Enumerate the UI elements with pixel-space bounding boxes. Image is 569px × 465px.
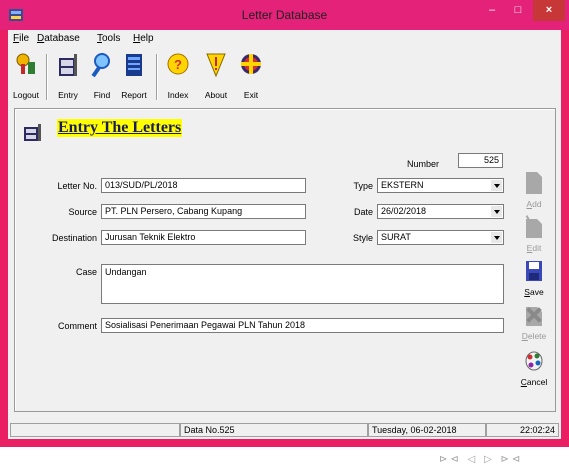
find-magnifier-icon (91, 53, 110, 78)
menu-help[interactable]: Help (133, 33, 154, 44)
entry-form-panel: Entry The Letters Number 525 Letter No. … (14, 108, 556, 465)
minimize-button[interactable]: – (479, 0, 505, 21)
menu-file[interactable]: File (13, 33, 29, 44)
exit-cross-icon (241, 54, 261, 74)
about-button[interactable]: About (198, 50, 234, 104)
find-button[interactable]: Find (84, 50, 120, 104)
about-label: About (204, 90, 228, 100)
type-select[interactable]: EKSTERN (377, 178, 504, 193)
source-field[interactable]: PT. PLN Persero, Cabang Kupang (101, 204, 306, 219)
menu-bar: File Database Tools Help (8, 30, 561, 48)
chevron-down-icon[interactable] (491, 180, 502, 191)
record-navigation: ⊳⊲ ◁ ▷ ⊳⊲ (439, 454, 523, 465)
cancel-button[interactable]: Cancel (519, 349, 549, 393)
form-title: Entry The Letters (57, 119, 183, 137)
add-document-icon (526, 172, 542, 194)
index-help-icon: ? (167, 53, 189, 75)
style-select-value: SURAT (381, 232, 411, 242)
letter-no-field[interactable]: 013/SUD/PL/2018 (101, 178, 306, 193)
save-label: Save (519, 287, 549, 297)
style-label: Style (352, 233, 373, 243)
menu-help-label: elp (140, 33, 154, 44)
logout-label: Logout (13, 90, 39, 100)
toolbar-separator (46, 54, 48, 100)
close-button[interactable]: × (533, 0, 565, 21)
date-label: Date (353, 207, 373, 217)
nav-last-button[interactable]: ⊳⊲ (501, 454, 524, 465)
style-select[interactable]: SURAT (377, 230, 504, 245)
date-picker[interactable]: 26/02/2018 (377, 204, 504, 219)
status-bar: Data No.525 Tuesday, 06-02-2018 22:02:24 (8, 420, 561, 439)
report-book-icon (126, 54, 142, 76)
status-cell-empty (10, 423, 180, 437)
edit-label-text: dit (532, 243, 542, 253)
logout-button[interactable]: Logout (8, 50, 44, 104)
type-label: Type (353, 181, 373, 191)
edit-label: Edit (519, 243, 549, 253)
report-button[interactable]: Report (116, 50, 152, 104)
case-textarea[interactable]: Undangan (101, 264, 504, 304)
delete-label-text: elete (527, 331, 547, 341)
case-label: Case (75, 267, 97, 277)
letter-no-label: Letter No. (57, 181, 97, 191)
nav-prev-button[interactable]: ◁ (468, 454, 479, 465)
number-label: Number (407, 159, 440, 169)
title-bar[interactable]: Letter Database – □ × (0, 0, 569, 30)
svg-text:?: ? (174, 57, 182, 72)
entry-cabinet-icon (24, 124, 41, 141)
app-window: Letter Database – □ × File Database Tool… (0, 0, 569, 465)
save-label-text: ave (529, 287, 544, 297)
toolbar: Logout Entry Find Report ? Index About E… (8, 48, 561, 106)
save-button[interactable]: Save (519, 259, 549, 303)
find-label: Find (93, 90, 111, 100)
number-field[interactable]: 525 (458, 153, 503, 168)
add-label: Add (519, 199, 549, 209)
nav-first-button[interactable]: ⊳⊲ (439, 454, 462, 465)
destination-label: Destination (51, 233, 97, 243)
type-select-value: EKSTERN (381, 180, 424, 190)
entry-cabinet-icon (59, 54, 77, 76)
nav-next-button[interactable]: ▷ (484, 454, 495, 465)
toolbar-separator (156, 54, 158, 100)
menu-tools[interactable]: Tools (97, 33, 120, 44)
status-time: 22:02:24 (486, 423, 559, 437)
cancel-palette-icon (525, 351, 543, 371)
maximize-button[interactable]: □ (505, 0, 531, 21)
delete-label: Delete (519, 331, 549, 341)
menu-tools-label: ools (102, 33, 121, 44)
comment-label: Comment (57, 321, 97, 331)
about-exclaim-icon (206, 53, 226, 78)
add-button[interactable]: Add (519, 171, 549, 215)
index-button[interactable]: ? Index (160, 50, 196, 104)
logout-keys-icon (16, 53, 35, 74)
status-data-number: Data No.525 (180, 423, 368, 437)
exit-label: Exit (243, 90, 259, 100)
date-picker-value: 26/02/2018 (381, 206, 427, 216)
add-label-text: dd (532, 199, 542, 209)
status-date: Tuesday, 06-02-2018 (368, 423, 486, 437)
menu-database[interactable]: Database (37, 33, 80, 44)
exit-button[interactable]: Exit (233, 50, 269, 104)
report-label: Report (121, 90, 147, 100)
source-label: Source (68, 207, 97, 217)
entry-button[interactable]: Entry (50, 50, 86, 104)
chevron-down-icon[interactable] (491, 206, 502, 217)
delete-cross-icon (526, 307, 542, 326)
edit-button[interactable]: Edit (519, 215, 549, 259)
floppy-disk-icon (526, 261, 542, 281)
index-label: Index (167, 90, 189, 100)
comment-field[interactable]: Sosialisasi Penerimaan Pegawai PLN Tahun… (101, 318, 504, 333)
menu-file-label: ile (19, 33, 30, 44)
entry-label: Entry (58, 90, 78, 100)
destination-field[interactable]: Jurusan Teknik Elektro (101, 230, 306, 245)
chevron-down-icon[interactable] (491, 232, 502, 243)
edit-document-icon (525, 215, 542, 238)
menu-database-label: atabase (44, 33, 80, 44)
delete-button[interactable]: Delete (519, 303, 549, 347)
client-area: File Database Tools Help Logout Entry Fi… (8, 30, 561, 465)
cancel-label: Cancel (519, 377, 549, 387)
cancel-label-text: ancel (526, 377, 548, 387)
